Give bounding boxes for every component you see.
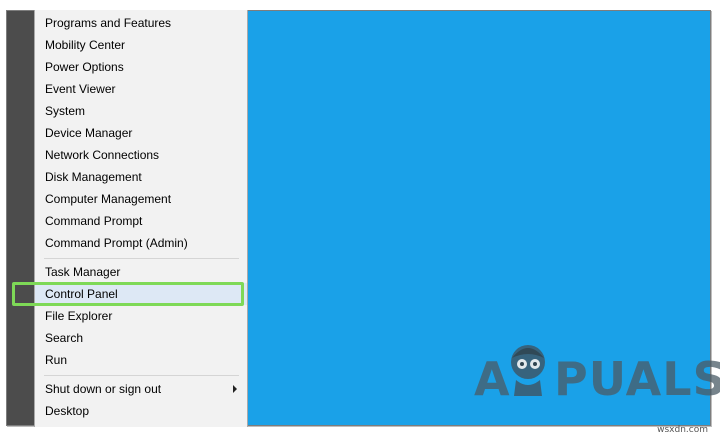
menu-item-device-manager[interactable]: Device Manager bbox=[35, 122, 247, 144]
menu-item-disk-management[interactable]: Disk Management bbox=[35, 166, 247, 188]
menu-item-desktop[interactable]: Desktop bbox=[35, 400, 247, 422]
chevron-right-icon bbox=[233, 385, 237, 393]
logo-text: PUALS bbox=[554, 352, 720, 406]
menu-item-search[interactable]: Search bbox=[35, 327, 247, 349]
menu-item-mobility-center[interactable]: Mobility Center bbox=[35, 34, 247, 56]
menu-item-run[interactable]: Run bbox=[35, 349, 247, 371]
menu-item-shut-down-or-sign-out[interactable]: Shut down or sign out bbox=[35, 378, 247, 400]
appuals-logo: A PUALS bbox=[474, 340, 720, 406]
menu-item-programs-and-features[interactable]: Programs and Features bbox=[35, 12, 247, 34]
watermark: wsxdn.com bbox=[657, 425, 708, 435]
menu-separator bbox=[44, 258, 239, 259]
mascot-icon bbox=[511, 345, 545, 396]
menu-item-computer-management[interactable]: Computer Management bbox=[35, 188, 247, 210]
menu-item-command-prompt[interactable]: Command Prompt bbox=[35, 210, 247, 232]
menu-item-file-explorer[interactable]: File Explorer bbox=[35, 305, 247, 327]
menu-item-task-manager[interactable]: Task Manager bbox=[35, 261, 247, 283]
menu-item-command-prompt-admin[interactable]: Command Prompt (Admin) bbox=[35, 232, 247, 254]
menu-item-network-connections[interactable]: Network Connections bbox=[35, 144, 247, 166]
winx-power-user-menu: Programs and Features Mobility Center Po… bbox=[34, 10, 248, 427]
menu-item-power-options[interactable]: Power Options bbox=[35, 56, 247, 78]
highlight-frame bbox=[12, 282, 244, 306]
menu-item-event-viewer[interactable]: Event Viewer bbox=[35, 78, 247, 100]
desktop-left-strip bbox=[7, 11, 37, 425]
menu-separator bbox=[44, 375, 239, 376]
menu-item-system[interactable]: System bbox=[35, 100, 247, 122]
menu-item-label: Shut down or sign out bbox=[45, 382, 162, 396]
